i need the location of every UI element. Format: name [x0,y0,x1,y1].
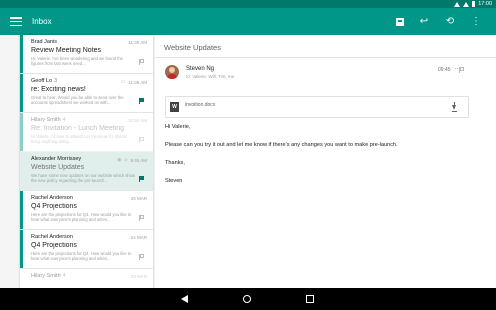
flag-icon[interactable] [459,67,464,73]
list-item[interactable]: Rachel Anderson 24 MAR Q4 Projections Here … [20,230,153,269]
status-time: 17:00 [478,1,492,7]
message-subject: re: Exciting news! [31,86,86,93]
thread-count: 4 [62,273,66,279]
more-vert-icon[interactable]: ⋮ [470,16,482,27]
reader-subject: Website Updates [164,43,221,52]
flag-icon[interactable] [139,98,144,104]
sender-name: Rachel Anderson [31,234,73,240]
divider [155,57,496,58]
download-icon[interactable] [451,102,458,112]
reply-all-icon[interactable]: ⟲ [444,16,456,27]
list-item[interactable]: Brad Janis 11:30 AM Review Meeting Notes Hi… [20,35,153,74]
message-snippet: Great to hear. Would you be able to send… [31,95,124,106]
back-icon[interactable] [181,295,188,303]
message-date: 10:50 AM [127,118,147,123]
message-subject: Website Updates [31,164,85,171]
message-date: 23 MAR [130,274,147,279]
message-time: 09:45 [438,67,451,73]
thread-count: 4 [62,117,66,123]
flag-icon[interactable] [139,254,144,260]
visibility-icon: ◉ [117,157,122,163]
list-item[interactable]: Alexander Morrissey ◉ ⌀ 9:45 AM Website Upda… [20,152,153,191]
message-snippet: Here are the projections for Q4. How wou… [31,251,132,262]
message-snippet: We have some new updates on our website … [31,173,135,184]
message-subject: Review Meeting Notes [31,47,102,54]
sender-name: Steven Ng [186,66,215,72]
message-date: 25 MAR [130,196,147,201]
flag-icon[interactable] [139,59,144,65]
message-subject: Q4 Projections [31,242,77,249]
message-date: 9:45 AM [130,157,147,163]
list-item[interactable]: Geoff Lo 3 ▭ 11:08 AM re: Exciting news! Grea… [20,74,153,113]
body-line: Steven [165,178,183,184]
signal-icon [463,1,470,7]
message-reader: Website Updates Steven Ng to: Valerie, W… [155,35,496,288]
reply-icon[interactable]: ↩ [418,16,430,27]
recents-icon[interactable] [306,295,314,303]
battery-icon [472,1,476,7]
app-bar: Inbox ↩ ⟲ ⋮ [0,8,496,35]
sender-name: Brad Janis [31,39,57,45]
page-title: Inbox [32,17,52,26]
message-snippet: Hi, Valerie. I've been wondering and we … [31,56,123,67]
main-content: Brad Janis 11:30 AM Review Meeting Notes Hi… [0,35,496,310]
status-bar: 17:00 [0,0,496,8]
wifi-icon [454,1,461,7]
menu-icon[interactable] [10,17,22,26]
flag-icon[interactable] [139,137,144,143]
message-subject: Re: Invitation - Lunch Meeting [31,125,124,132]
message-subject: Q4 Projections [31,203,77,210]
list-item[interactable]: Hilary Smith 4 23 MAR [20,269,153,288]
attachment-icon: ⌀ [124,157,128,163]
flag-icon[interactable] [139,176,144,182]
list-item[interactable]: Hilary Smith 4 10:50 AM Re: Invitation - Lu… [20,113,153,152]
archive-icon[interactable] [396,17,404,26]
recipients: to: Valerie, Will, Tim, me [186,74,235,79]
message-body: Hi Valerie, Please can you try it out an… [165,124,485,196]
message-date: 11:30 AM [128,40,147,45]
attachment-name: invoition.docx [185,102,216,108]
thread-count: 3 [54,78,58,84]
sender-name: Hilary Smith 4 [31,273,66,279]
chat-icon: ▭ [120,79,126,85]
body-line: Thanks, [165,160,185,166]
home-icon[interactable] [243,295,251,303]
message-list: Brad Janis 11:30 AM Review Meeting Notes Hi… [20,35,153,288]
body-line: Please can you try it out and let me kno… [165,142,398,148]
navigation-bar [0,288,496,310]
sender-name: Hilary Smith 4 [31,117,66,123]
word-doc-icon: W [170,102,179,112]
list-item[interactable]: Rachel Anderson 25 MAR Q4 Projections Here … [20,191,153,230]
message-date: 11:08 AM [128,79,147,85]
body-line: Hi Valerie, [165,124,191,130]
attachment-card[interactable]: W invoition.docx [165,96,469,118]
flag-icon[interactable] [139,215,144,221]
message-snippet: Here are the projections for Q4. How wou… [31,212,132,223]
avatar[interactable] [165,65,179,79]
sender-name: Rachel Anderson [31,195,73,201]
message-date: 24 MAR [130,235,147,240]
message-snippet: Hi Valerie, I'd love to attend! Let me k… [31,134,127,145]
